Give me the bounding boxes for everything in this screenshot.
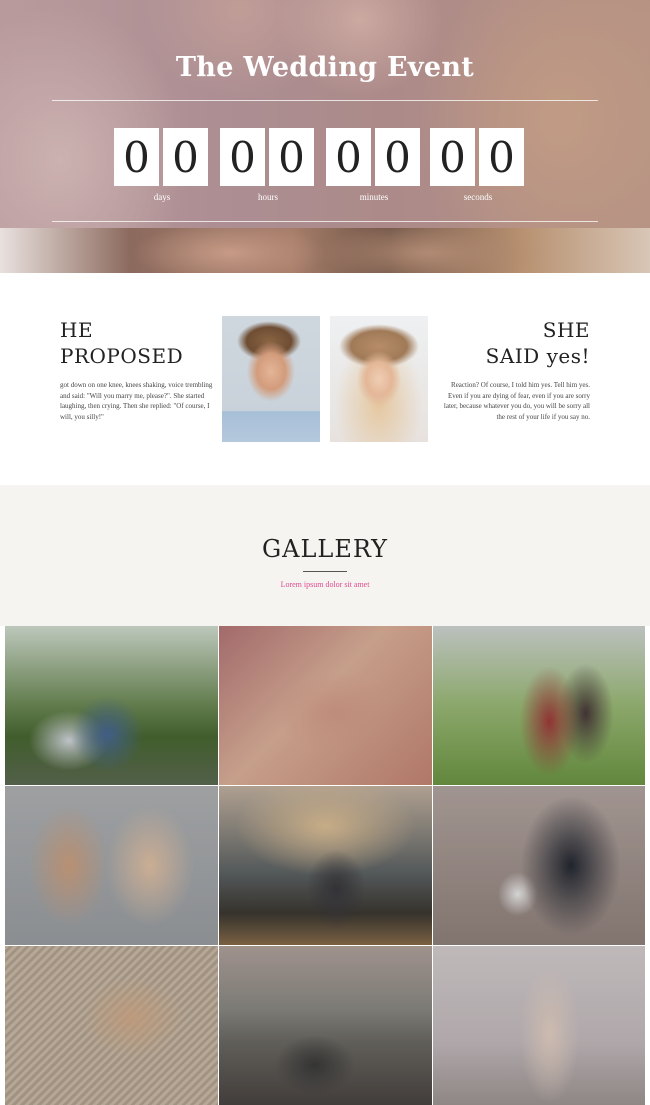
he-story-text: got down on one knee, knees shaking, voi… <box>60 381 213 421</box>
he-heading-line1: HE <box>60 318 94 342</box>
countdown-digit: 0 <box>114 128 159 186</box>
hero-title: The Wedding Event <box>175 52 475 83</box>
gallery-subtitle: Lorem ipsum dolor sit amet <box>280 580 370 589</box>
countdown-label: seconds <box>463 192 493 202</box>
hero-photo-strip <box>0 228 650 273</box>
gallery-photo[interactable] <box>5 786 218 945</box>
countdown-digit: 0 <box>220 128 265 186</box>
gallery-title: GALLERY <box>261 535 389 563</box>
he-heading-line2: PROPOSED <box>60 344 184 368</box>
countdown-days: 0 0 days <box>114 128 210 202</box>
hero-divider-top <box>52 100 598 101</box>
he-heading: HE PROPOSED <box>60 317 183 369</box>
countdown-digit: 0 <box>430 128 475 186</box>
countdown-digit: 0 <box>163 128 208 186</box>
she-heading: SHE SAID yes! <box>486 317 590 369</box>
groom-portrait <box>222 316 320 442</box>
gallery-photo[interactable] <box>219 946 432 1105</box>
gallery-photo[interactable] <box>5 946 218 1105</box>
countdown-timer: 0 0 days 0 0 hours 0 0 minutes 0 0 secon… <box>114 128 534 208</box>
gallery-photo[interactable] <box>433 946 645 1105</box>
she-heading-line2: SAID yes! <box>485 344 590 368</box>
hero-divider-bottom <box>52 221 598 222</box>
countdown-minutes: 0 0 minutes <box>326 128 422 202</box>
gallery-photo[interactable] <box>219 786 432 945</box>
hero-section: The Wedding Event 0 0 days 0 0 hours 0 0… <box>0 0 650 273</box>
she-story-text: Reaction? Of course, I told him yes. Tel… <box>443 381 590 421</box>
bride-portrait <box>330 316 428 442</box>
countdown-hours: 0 0 hours <box>220 128 316 202</box>
countdown-label: days <box>153 192 171 202</box>
gallery-photo[interactable] <box>433 786 645 945</box>
gallery-photo[interactable] <box>5 626 218 785</box>
countdown-digit: 0 <box>479 128 524 186</box>
gallery-grid <box>5 626 645 1105</box>
gallery-photo[interactable] <box>433 626 645 785</box>
gallery-header: GALLERY Lorem ipsum dolor sit amet <box>0 485 650 626</box>
couple-section: HE PROPOSED got down on one knee, knees … <box>0 273 650 485</box>
gallery-photo[interactable] <box>219 626 432 785</box>
countdown-digit: 0 <box>269 128 314 186</box>
countdown-label: minutes <box>359 192 389 202</box>
she-heading-line1: SHE <box>542 318 590 342</box>
gallery-divider <box>303 571 347 572</box>
countdown-seconds: 0 0 seconds <box>430 128 526 202</box>
countdown-digit: 0 <box>375 128 420 186</box>
countdown-digit: 0 <box>326 128 371 186</box>
countdown-label: hours <box>258 192 278 202</box>
